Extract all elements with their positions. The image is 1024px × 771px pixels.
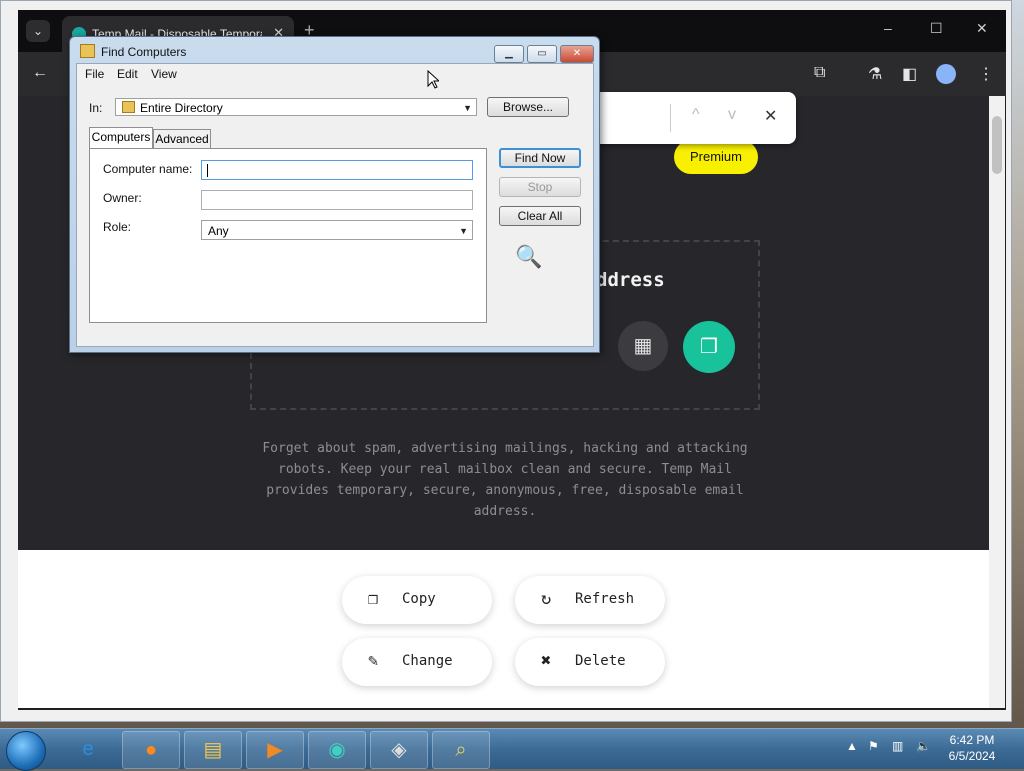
browse-button[interactable]: Browse... <box>487 97 569 117</box>
dialog-minimize-button[interactable]: ▁ <box>494 45 524 63</box>
change-button[interactable]: ✎ Change <box>342 638 492 686</box>
email-box-title: ddress <box>596 269 665 291</box>
chevron-down-icon: ▼ <box>459 226 468 236</box>
copy-icon: ❐ <box>368 589 379 609</box>
start-button[interactable] <box>6 731 46 771</box>
unity-icon[interactable]: ◈ <box>370 731 428 769</box>
owner-field[interactable] <box>201 190 473 210</box>
stop-button[interactable]: Stop <box>499 177 581 197</box>
find-close-icon[interactable]: ✕ <box>764 106 777 126</box>
app-icon[interactable]: ◉ <box>308 731 366 769</box>
actions-area: ❐ Copy ↻ Refresh ✎ Change ✖ Delete <box>18 550 989 708</box>
directory-icon <box>122 101 135 113</box>
computers-tab-panel: Computer name: Owner: Role: Any ▼ <box>89 148 487 323</box>
firefox-icon[interactable]: ● <box>122 731 180 769</box>
find-bar-divider <box>670 104 671 132</box>
show-hidden-icons-icon[interactable]: ▲ <box>846 739 858 753</box>
dialog-close-button[interactable]: ✕ <box>560 45 594 63</box>
tab-search-chevron-icon[interactable]: ⌄ <box>26 20 50 42</box>
find-previous-icon[interactable]: ^ <box>692 106 700 124</box>
back-arrow-icon[interactable]: ← <box>32 64 48 82</box>
folder-icon <box>80 44 95 58</box>
page-description: Forget about spam, advertising mailings,… <box>262 441 748 519</box>
volume-muted-icon[interactable]: 🔈 <box>916 739 931 753</box>
profile-icon[interactable] <box>936 64 956 84</box>
maximize-button[interactable]: ☐ <box>930 20 943 37</box>
owner-label: Owner: <box>103 191 142 205</box>
refresh-button[interactable]: ↻ Refresh <box>515 576 665 624</box>
find-computers-dialog: Find Computers ▁ ▭ ✕ File Edit View In: … <box>69 36 600 353</box>
close-window-button[interactable]: ✕ <box>976 20 988 37</box>
dialog-title: Find Computers <box>80 44 186 59</box>
tab-computers[interactable]: Computers <box>89 127 153 148</box>
tab-advanced[interactable]: Advanced <box>153 129 211 148</box>
clock-time: 6:42 PM <box>949 733 995 747</box>
computer-name-field[interactable] <box>201 160 473 180</box>
media-player-icon[interactable]: ▶ <box>246 731 304 769</box>
menu-edit[interactable]: Edit <box>117 67 138 81</box>
clear-all-button[interactable]: Clear All <box>499 206 581 226</box>
scrollbar-thumb[interactable] <box>992 116 1002 174</box>
role-label: Role: <box>103 220 132 234</box>
find-next-icon[interactable]: v <box>728 106 736 124</box>
search-magnifier-icon: 🔍 <box>515 244 543 269</box>
taskbar: e ● ▤ ▶ ◉ ◈ ⌕ ▲ ⚑ ▥ 🔈 6:42 PM 6/5/2024 <box>0 728 1024 771</box>
in-scope-select[interactable]: Entire Directory ▼ <box>115 98 477 116</box>
copy-email-button[interactable]: ❐ <box>683 321 735 373</box>
menu-view[interactable]: View <box>151 67 177 81</box>
system-clock[interactable]: 6:42 PM 6/5/2024 <box>936 732 1008 764</box>
minimize-button[interactable]: – <box>884 20 892 36</box>
qr-code-button[interactable]: ▦ <box>618 321 668 371</box>
dialog-menubar: File Edit View <box>77 64 593 84</box>
kebab-menu-icon[interactable]: ⋮ <box>978 64 994 84</box>
edit-icon: ✎ <box>368 651 379 671</box>
find-in-page-bar: ^ v ✕ <box>578 92 796 144</box>
refresh-icon: ↻ <box>541 589 552 609</box>
dialog-maximize-button[interactable]: ▭ <box>527 45 557 63</box>
delete-button[interactable]: ✖ Delete <box>515 638 665 686</box>
mouse-cursor-icon <box>427 70 439 89</box>
find-now-button[interactable]: Find Now <box>499 148 581 168</box>
computer-name-label: Computer name: <box>103 162 193 176</box>
action-center-flag-icon[interactable]: ⚑ <box>868 739 879 753</box>
find-computers-icon[interactable]: ⌕ <box>432 731 490 769</box>
role-select[interactable]: Any ▼ <box>201 220 473 240</box>
delete-x-icon: ✖ <box>541 651 552 671</box>
clock-date: 6/5/2024 <box>948 749 996 763</box>
network-icon[interactable]: ▥ <box>892 739 903 753</box>
internet-explorer-icon[interactable]: e <box>60 731 116 767</box>
premium-button[interactable]: Premium <box>674 140 758 174</box>
in-label: In: <box>89 101 103 115</box>
chevron-down-icon: ▼ <box>463 103 472 113</box>
labs-flask-icon[interactable]: ⚗ <box>868 64 882 84</box>
extensions-icon[interactable]: ⧉ <box>814 64 825 82</box>
text-caret <box>207 164 208 177</box>
side-panel-icon[interactable]: ◧ <box>902 64 917 84</box>
dialog-body: File Edit View In: Entire Directory ▼ Br… <box>76 63 594 347</box>
page-scrollbar[interactable] <box>989 96 1005 708</box>
file-explorer-icon[interactable]: ▤ <box>184 731 242 769</box>
menu-file[interactable]: File <box>85 67 104 81</box>
copy-button[interactable]: ❐ Copy <box>342 576 492 624</box>
